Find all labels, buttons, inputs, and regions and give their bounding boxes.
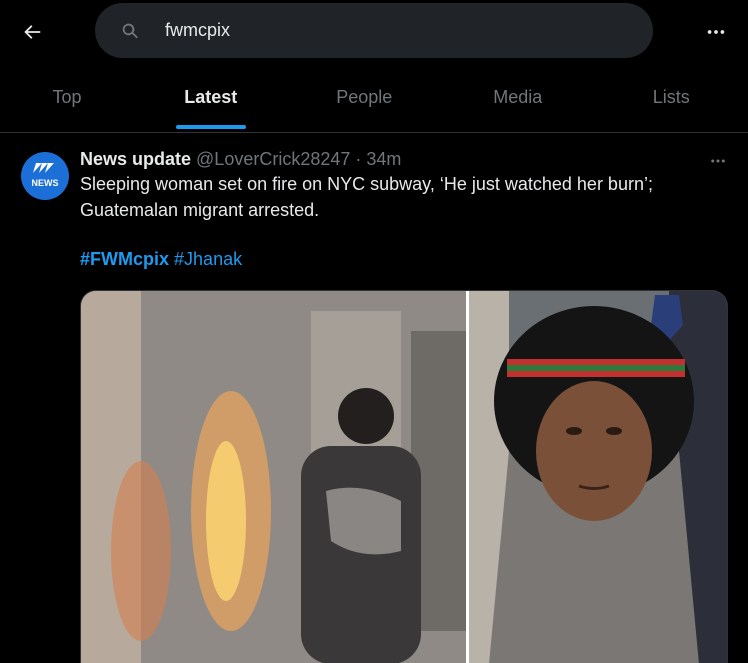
tweet-hashtags: #FWMcpix #Jhanak [80, 249, 732, 270]
separator-dot: · [355, 149, 362, 169]
tab-top[interactable]: Top [0, 62, 134, 132]
tweet-header: News update @LoverCrick28247 · 34m [80, 149, 732, 170]
hashtag-link[interactable]: #Jhanak [174, 249, 242, 269]
author-handle[interactable]: @LoverCrick28247 [196, 149, 350, 170]
tab-latest[interactable]: Latest [134, 62, 288, 132]
media-image-left[interactable] [81, 291, 469, 663]
more-horizontal-icon [707, 30, 725, 34]
header: Top Latest People Media Lists [0, 0, 748, 133]
more-horizontal-icon [711, 159, 725, 163]
hashtag-link[interactable]: #FWMcpix [80, 249, 169, 269]
search-bar[interactable] [95, 3, 653, 58]
tweet-media[interactable] [80, 290, 728, 663]
tweet[interactable]: News update @LoverCrick28247 · 34m Sleep… [0, 133, 748, 270]
tweet-text: Sleeping woman set on fire on NYC subway… [80, 174, 653, 220]
more-options-button[interactable] [698, 14, 734, 50]
tab-people[interactable]: People [288, 62, 442, 132]
media-image-right[interactable] [469, 291, 727, 663]
search-icon [119, 20, 141, 42]
timestamp[interactable]: 34m [366, 149, 401, 170]
author-name[interactable]: News update [80, 149, 191, 170]
arrow-left-icon [24, 25, 41, 39]
back-button[interactable] [14, 14, 50, 50]
active-tab-indicator [175, 125, 246, 129]
tab-media[interactable]: Media [441, 62, 595, 132]
tab-lists[interactable]: Lists [595, 62, 748, 132]
search-input[interactable] [165, 20, 565, 41]
tweet-more-button[interactable] [706, 151, 730, 171]
search-tabs: Top Latest People Media Lists [0, 62, 748, 132]
